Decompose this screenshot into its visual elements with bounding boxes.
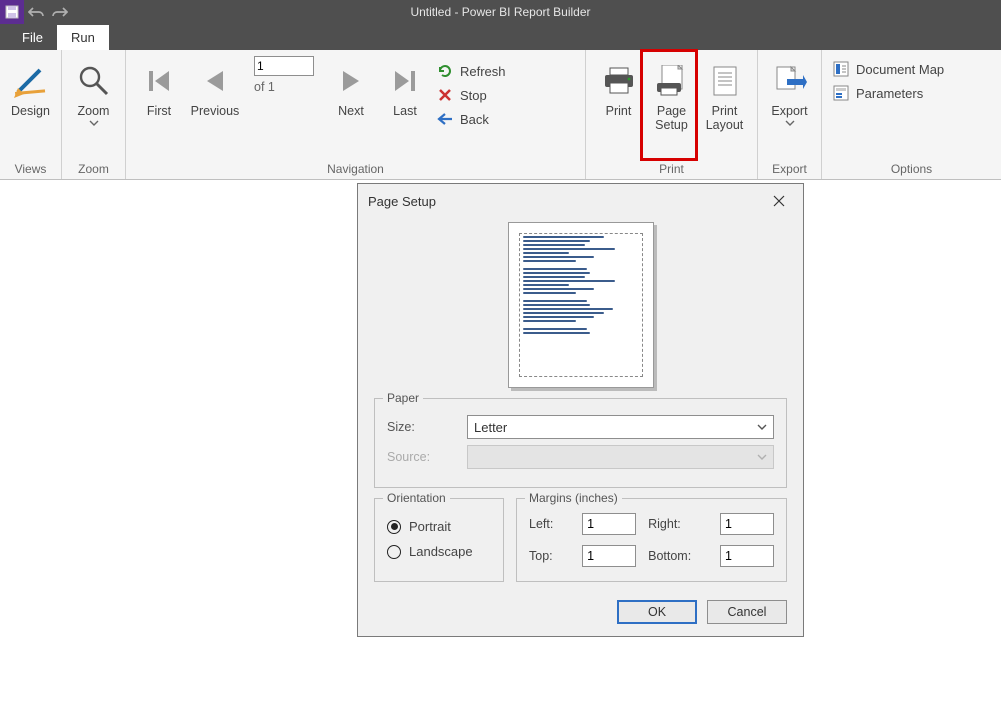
cancel-button[interactable]: Cancel (707, 600, 787, 624)
undo-button[interactable] (24, 0, 48, 24)
nav-first-button[interactable]: First (132, 56, 186, 118)
nav-page-box: of 1 (254, 56, 314, 94)
ribbon: Design Views Zoom Zoom First (0, 50, 1001, 180)
close-icon (772, 194, 786, 208)
group-views: Design Views (0, 50, 62, 179)
nav-previous-button[interactable]: Previous (186, 56, 244, 118)
radio-icon (387, 520, 401, 534)
window-title: Untitled - Power BI Report Builder (72, 5, 929, 19)
dialog-title: Page Setup (368, 194, 765, 209)
parameters-icon (832, 84, 850, 102)
dialog-titlebar: Page Setup (358, 184, 803, 218)
chevron-down-icon (755, 450, 769, 464)
margin-left-input[interactable] (582, 513, 636, 535)
zoom-icon (68, 58, 119, 104)
nav-actions: Refresh Stop Back (432, 56, 510, 128)
refresh-button[interactable]: Refresh (436, 62, 506, 80)
undo-icon (28, 5, 44, 19)
group-options: Document Map Parameters Options (822, 50, 1001, 179)
margin-top-input[interactable] (582, 545, 636, 567)
quick-access-toolbar (0, 0, 72, 24)
chevron-down-icon (755, 420, 769, 434)
margin-left-label: Left: (529, 517, 570, 531)
paper-group: Paper Size: Letter Source: (374, 398, 787, 488)
print-layout-icon (698, 58, 751, 104)
export-icon (764, 58, 815, 104)
refresh-icon (436, 62, 454, 80)
save-button[interactable] (0, 0, 24, 24)
print-button[interactable]: Print (592, 56, 645, 118)
group-navigation: First Previous of 1 Next (126, 50, 586, 179)
stop-button[interactable]: Stop (436, 86, 506, 104)
group-export: Export Export (758, 50, 822, 179)
previous-icon (186, 58, 244, 104)
orientation-portrait[interactable]: Portrait (387, 519, 491, 534)
back-button[interactable]: Back (436, 110, 506, 128)
back-icon (436, 110, 454, 128)
parameters-button[interactable]: Parameters (832, 84, 944, 102)
export-button[interactable]: Export (764, 56, 815, 126)
orientation-landscape[interactable]: Landscape (387, 544, 491, 559)
document-map-icon (832, 60, 850, 78)
tab-file[interactable]: File (8, 25, 57, 50)
margin-right-label: Right: (648, 517, 708, 531)
margin-right-input[interactable] (720, 513, 774, 535)
ribbon-tabs: File Run (0, 24, 1001, 50)
tab-run[interactable]: Run (57, 25, 109, 50)
design-icon (6, 58, 55, 104)
print-layout-button[interactable]: Print Layout (698, 56, 751, 132)
dialog-close-button[interactable] (765, 187, 793, 215)
margin-top-label: Top: (529, 549, 570, 563)
paper-source-label: Source: (387, 450, 467, 464)
nav-next-button[interactable]: Next (324, 56, 378, 118)
redo-button[interactable] (48, 0, 72, 24)
paper-size-combo[interactable]: Letter (467, 415, 774, 439)
page-preview (374, 222, 787, 388)
margins-group: Margins (inches) Left: Right: Top: Botto… (516, 498, 787, 582)
margin-bottom-input[interactable] (720, 545, 774, 567)
chevron-down-icon (89, 120, 99, 126)
orientation-group: Orientation Portrait Landscape (374, 498, 504, 582)
chevron-down-icon (785, 120, 795, 126)
page-setup-dialog: Page Setup (357, 183, 804, 637)
document-map-button[interactable]: Document Map (832, 60, 944, 78)
page-of-text: of 1 (254, 80, 275, 94)
radio-icon (387, 545, 401, 559)
ok-button[interactable]: OK (617, 600, 697, 624)
first-icon (132, 58, 186, 104)
nav-last-button[interactable]: Last (378, 56, 432, 118)
redo-icon (52, 5, 68, 19)
page-number-input[interactable] (254, 56, 314, 76)
last-icon (378, 58, 432, 104)
group-zoom: Zoom Zoom (62, 50, 126, 179)
stop-icon (436, 86, 454, 104)
margin-bottom-label: Bottom: (648, 549, 708, 563)
zoom-button[interactable]: Zoom (68, 56, 119, 126)
titlebar: Untitled - Power BI Report Builder (0, 0, 1001, 24)
page-setup-button[interactable]: Page Setup (645, 56, 698, 132)
group-print: Print Page Setup Print Layout Print (586, 50, 758, 179)
page-setup-icon (645, 58, 698, 104)
print-icon (592, 58, 645, 104)
save-icon (5, 5, 19, 19)
paper-source-combo (467, 445, 774, 469)
paper-size-label: Size: (387, 420, 467, 434)
next-icon (324, 58, 378, 104)
design-button[interactable]: Design (6, 56, 55, 118)
